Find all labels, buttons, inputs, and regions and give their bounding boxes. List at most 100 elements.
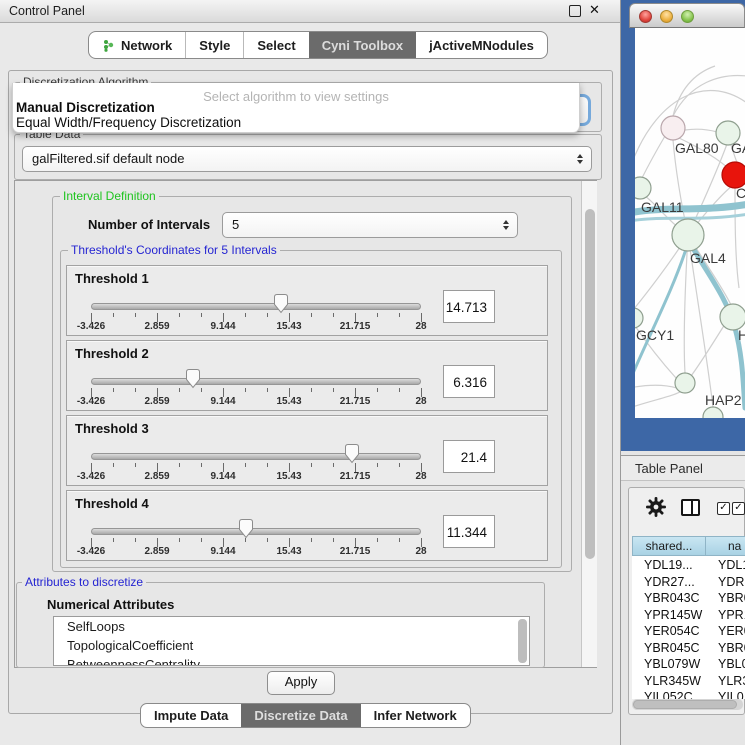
threshold-value-field[interactable]: 14.713 (443, 290, 495, 323)
threshold-slider-track[interactable] (91, 528, 421, 535)
tick-mark (135, 463, 136, 467)
cell-shared-name: YLR345W (644, 674, 701, 688)
close-icon[interactable]: ✕ (589, 2, 600, 18)
numerical-attributes-list[interactable]: SelfLoopsTopologicalCoefficientBetweenne… (53, 616, 530, 666)
threshold-slider-handle[interactable] (273, 293, 289, 314)
number-of-intervals-value: 5 (232, 217, 239, 232)
table-body[interactable]: YDL19...YDL1YDR27...YDR2YBR043CYBR0YPR14… (632, 556, 745, 699)
table-data-combobox[interactable]: galFiltered.sif default node (22, 146, 592, 172)
columns-icon[interactable] (681, 499, 700, 516)
checkbox-icon[interactable]: ✓ (717, 502, 730, 515)
network-node-hap2[interactable] (675, 373, 695, 393)
threshold-slider-handle[interactable] (185, 368, 201, 389)
attributes-group-label: Attributes to discretize (22, 575, 146, 589)
checkbox-icon[interactable]: ✓ (732, 502, 745, 515)
table-row[interactable]: YIL052CYIL0 (632, 690, 745, 699)
column-header-name[interactable]: na (706, 536, 745, 556)
network-node[interactable] (703, 407, 723, 418)
network-node-label: H (738, 327, 745, 343)
tick-label: 21.715 (340, 321, 371, 332)
threshold-value-field[interactable]: 11.344 (443, 515, 495, 548)
threshold-panel-2: Threshold 2-3.4262.8599.14415.4321.71528… (66, 340, 548, 411)
tick-mark (113, 538, 114, 542)
table-row[interactable]: YBR043CYBR0 (632, 591, 745, 608)
threshold-slider-track[interactable] (91, 303, 421, 310)
close-traffic-light-icon[interactable] (639, 10, 652, 23)
tab-cyni-toolbox[interactable]: Cyni Toolbox (309, 32, 416, 58)
algorithm-option-manual-discretization[interactable]: Manual Discretization (16, 100, 155, 115)
network-node-gal11[interactable] (635, 177, 651, 199)
column-header-shared-name[interactable]: shared... (632, 536, 706, 556)
tick-mark (201, 538, 202, 542)
tick-label: -3.426 (77, 396, 105, 407)
network-window-titlebar[interactable] (629, 3, 745, 28)
gear-icon[interactable] (646, 497, 666, 517)
number-of-intervals-combobox[interactable]: 5 (222, 212, 518, 238)
tab-jactivemnodules[interactable]: jActiveMNodules (416, 32, 547, 58)
vertical-scrollbar-thumb[interactable] (585, 209, 595, 559)
tick-mark (267, 388, 268, 392)
tab-network[interactable]: Network (89, 32, 185, 58)
table-row[interactable]: YPR145WYPR1 (632, 608, 745, 625)
tick-label: 21.715 (340, 546, 371, 557)
attribute-list-item[interactable]: SelfLoops (54, 617, 529, 636)
table-row[interactable]: YBR045CYBR0 (632, 641, 745, 658)
tab-label: Cyni Toolbox (322, 38, 403, 53)
network-view-canvas[interactable]: GAL80GACGAL11GAL4GCY1HHAP2 (635, 28, 745, 418)
tab-style[interactable]: Style (185, 32, 243, 58)
network-node-gal4[interactable] (672, 219, 704, 251)
table-row[interactable]: YDR27...YDR2 (632, 575, 745, 592)
tick-label: 28 (415, 321, 426, 332)
tick-mark (113, 313, 114, 317)
attribute-list-item[interactable]: BetweennessCentrality (54, 655, 529, 666)
control-panel-titlebar[interactable]: Control Panel ✕ (0, 0, 620, 23)
minimize-traffic-light-icon[interactable] (660, 10, 673, 23)
tick-label: 9.144 (210, 546, 235, 557)
threshold-value-field[interactable]: 21.4 (443, 440, 495, 473)
cell-shared-name: YBL079W (644, 657, 700, 671)
zoom-traffic-light-icon[interactable] (681, 10, 694, 23)
table-panel-title: Table Panel (635, 461, 703, 476)
tick-label: 15.43 (276, 471, 301, 482)
screen: Control Panel ✕ NetworkStyleSelect Cyni T… (0, 0, 745, 745)
attribute-list-item[interactable]: TopologicalCoefficient (54, 636, 529, 655)
bottom-tab-infer-network[interactable]: Infer Network (361, 704, 470, 727)
table-row[interactable]: YER054CYER0 (632, 624, 745, 641)
apply-button[interactable]: Apply (267, 671, 335, 695)
cell-shared-name: YDR27... (644, 575, 695, 589)
tick-mark (267, 313, 268, 317)
table-row[interactable]: YDL19...YDL1 (632, 558, 745, 575)
tick-mark (201, 463, 202, 467)
network-node-label: GAL11 (641, 199, 684, 215)
vertical-scrollbar[interactable] (581, 181, 597, 667)
threshold-value-field[interactable]: 6.316 (443, 365, 495, 398)
algorithm-option-equal-width-frequency-discretization[interactable]: Equal Width/Frequency Discretization (16, 115, 241, 130)
attributes-list-scrollbar-thumb[interactable] (518, 619, 527, 663)
threshold-slider-handle[interactable] (238, 518, 254, 539)
table-row[interactable]: YLR345WYLR3 (632, 674, 745, 691)
table-row[interactable]: YBL079WYBL0 (632, 657, 745, 674)
table-panel-titlebar[interactable]: Table Panel (621, 455, 745, 481)
bottom-tab-discretize-data[interactable]: Discretize Data (241, 704, 360, 727)
tick-mark (267, 463, 268, 467)
horizontal-scrollbar[interactable] (632, 699, 743, 710)
tick-mark (113, 463, 114, 467)
tab-label: jActiveMNodules (429, 38, 534, 53)
threshold-slider-track[interactable] (91, 378, 421, 385)
horizontal-scrollbar-thumb[interactable] (633, 700, 737, 709)
bottom-tab-impute-data[interactable]: Impute Data (141, 704, 241, 727)
threshold-slider-track[interactable] (91, 453, 421, 460)
cell-shared-name: YPR145W (644, 608, 702, 622)
tick-mark (333, 463, 334, 467)
threshold-title: Threshold 1 (75, 271, 149, 286)
tick-mark (311, 388, 312, 392)
tick-mark (399, 463, 400, 467)
threshold-slider-handle[interactable] (344, 443, 360, 464)
float-window-icon[interactable] (569, 5, 581, 17)
tab-select[interactable]: Select (243, 32, 308, 58)
tick-label: 9.144 (210, 396, 235, 407)
network-node-gcy1[interactable] (635, 308, 643, 328)
control-panel-window: Control Panel ✕ NetworkStyleSelect Cyni T… (0, 0, 621, 745)
network-node-gal80[interactable] (661, 116, 685, 140)
tick-mark (399, 538, 400, 542)
